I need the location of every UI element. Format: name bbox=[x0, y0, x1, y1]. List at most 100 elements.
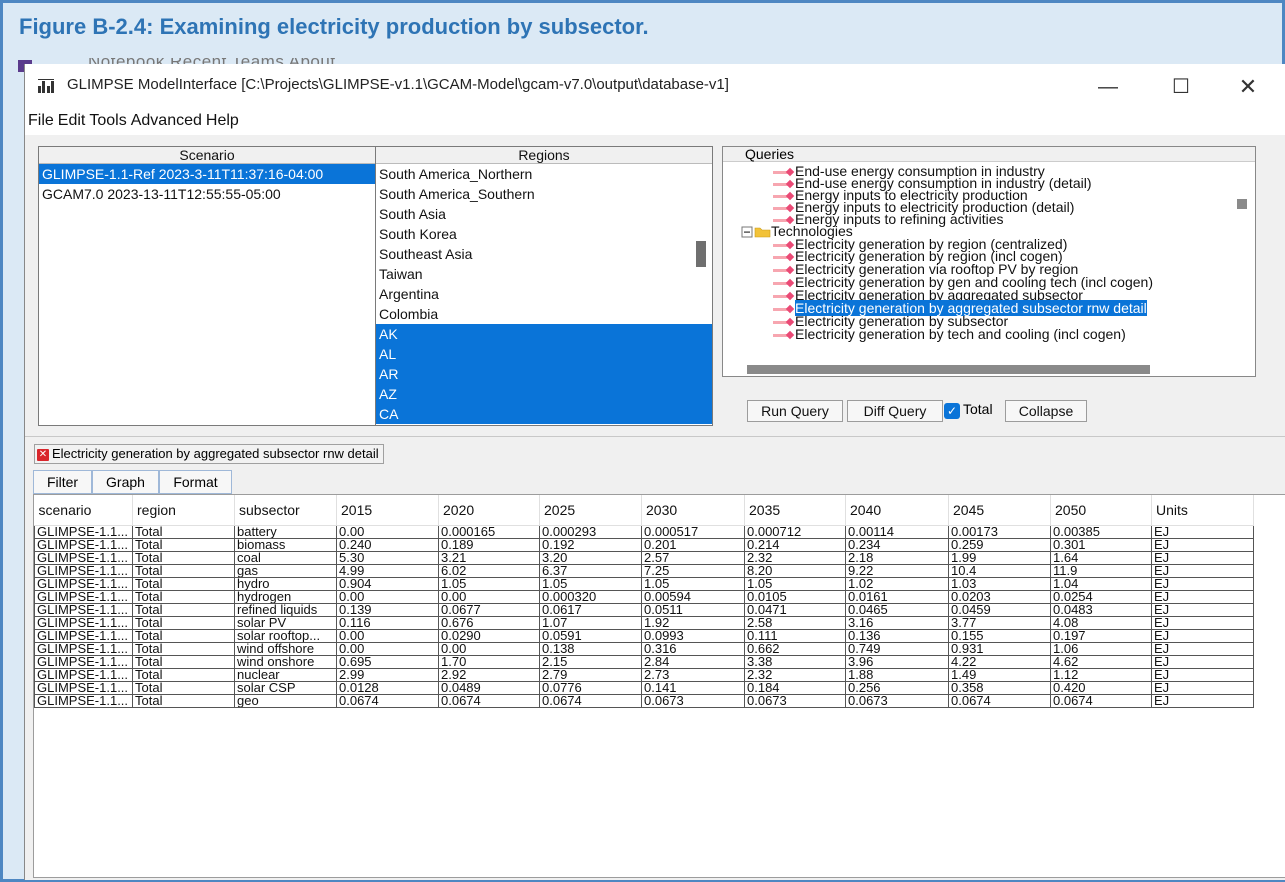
region-item[interactable]: AK bbox=[376, 324, 712, 344]
table-cell: 0.0673 bbox=[744, 693, 846, 708]
table-cell: 1.04 bbox=[1050, 576, 1152, 591]
column-header[interactable]: subsector bbox=[234, 495, 337, 526]
total-checkbox[interactable]: ✓ bbox=[944, 403, 960, 419]
queries-hscroll-thumb[interactable] bbox=[747, 365, 1150, 374]
table-cell: 0.000320 bbox=[539, 589, 642, 604]
title-bar[interactable]: GLIMPSE ModelInterface [C:\Projects\GLIM… bbox=[25, 64, 1285, 109]
table-cell: 3.38 bbox=[744, 654, 846, 669]
regions-scrollbar-thumb[interactable] bbox=[696, 241, 706, 267]
table-cell: 0.00 bbox=[336, 641, 439, 656]
format-tab[interactable]: Format bbox=[159, 470, 232, 494]
close-button[interactable]: ✕ bbox=[1228, 72, 1268, 102]
region-item[interactable]: Colombia bbox=[376, 304, 712, 324]
table-row[interactable]: GLIMPSE-1.1... Total hydro 0.904 1.05 1.05 1.0… bbox=[34, 576, 1254, 591]
table-cell: 0.259 bbox=[948, 537, 1051, 552]
table-cell: 0.0674 bbox=[539, 693, 642, 708]
table-cell: GLIMPSE-1.1... bbox=[34, 641, 133, 656]
menu-edit[interactable]: Edit bbox=[55, 109, 86, 130]
table-cell: 4.62 bbox=[1050, 654, 1152, 669]
app-icon bbox=[38, 79, 54, 93]
table-cell: coal bbox=[234, 550, 337, 565]
pane-divider[interactable] bbox=[25, 436, 1285, 437]
minimize-button[interactable]: — bbox=[1088, 72, 1128, 102]
column-header[interactable]: 2015 bbox=[336, 495, 439, 526]
menu-advanced[interactable]: Advanced bbox=[128, 109, 202, 130]
column-header[interactable]: scenario bbox=[34, 495, 133, 526]
region-item[interactable]: Argentina bbox=[376, 284, 712, 304]
table-cell: Total bbox=[132, 615, 235, 630]
region-item[interactable]: AZ bbox=[376, 384, 712, 404]
table-cell: 1.49 bbox=[948, 667, 1051, 682]
column-header[interactable]: Units bbox=[1151, 495, 1254, 526]
table-cell: 0.138 bbox=[539, 641, 642, 656]
table-row[interactable]: GLIMPSE-1.1... Total wind offshore 0.00 0.00… bbox=[34, 641, 1254, 656]
table-row[interactable]: GLIMPSE-1.1... Total geo 0.0674 0.0674 0.0674… bbox=[34, 693, 1254, 708]
column-header[interactable]: 2020 bbox=[438, 495, 540, 526]
table-row[interactable]: GLIMPSE-1.1... Total nuclear 2.99 2.92 2.79 2.… bbox=[34, 667, 1254, 682]
table-cell: 0.0674 bbox=[1050, 693, 1152, 708]
table-row[interactable]: GLIMPSE-1.1... Total refined liquids 0.139 0… bbox=[34, 602, 1254, 617]
table-row[interactable]: GLIMPSE-1.1... Total gas 4.99 6.02 6.37 7.25 8.… bbox=[34, 563, 1254, 578]
region-item[interactable]: AL bbox=[376, 344, 712, 364]
menu-help[interactable]: Help bbox=[203, 109, 239, 130]
table-row[interactable]: GLIMPSE-1.1... Total wind onshore 0.695 1.70… bbox=[34, 654, 1254, 669]
table-cell: 4.99 bbox=[336, 563, 439, 578]
column-header[interactable]: region bbox=[132, 495, 235, 526]
column-header[interactable]: 2035 bbox=[744, 495, 846, 526]
region-item[interactable]: AR bbox=[376, 364, 712, 384]
column-header[interactable]: 2040 bbox=[845, 495, 949, 526]
region-item[interactable]: Southeast Asia bbox=[376, 244, 712, 264]
table-row[interactable]: GLIMPSE-1.1... Total solar rooftop... 0.00 0… bbox=[34, 628, 1254, 643]
table-cell: 0.184 bbox=[744, 680, 846, 695]
table-cell: 0.136 bbox=[845, 628, 949, 643]
maximize-button[interactable]: ☐ bbox=[1161, 72, 1201, 102]
column-header[interactable]: 2045 bbox=[948, 495, 1051, 526]
table-cell: 0.116 bbox=[336, 615, 439, 630]
menu-tools[interactable]: Tools bbox=[86, 109, 126, 130]
table-row[interactable]: GLIMPSE-1.1... Total coal 5.30 3.21 3.20 2.57 2… bbox=[34, 550, 1254, 565]
table-cell: solar CSP bbox=[234, 680, 337, 695]
region-item[interactable]: South America_Southern bbox=[376, 184, 712, 204]
result-tab[interactable]: ✕ Electricity generation by aggregated su… bbox=[34, 444, 384, 464]
graph-tab[interactable]: Graph bbox=[92, 470, 159, 494]
region-item[interactable]: South America_Northern bbox=[376, 164, 712, 184]
menu-file[interactable]: File bbox=[25, 109, 54, 130]
table-cell: 0.00385 bbox=[1050, 524, 1152, 539]
table-row[interactable]: GLIMPSE-1.1... Total solar CSP 0.0128 0.0489… bbox=[34, 680, 1254, 695]
table-cell: Total bbox=[132, 641, 235, 656]
table-cell: 0.00114 bbox=[845, 524, 949, 539]
collapse-button[interactable]: Collapse bbox=[1005, 400, 1087, 422]
table-row[interactable]: GLIMPSE-1.1... Total solar PV 0.116 0.676 1.0… bbox=[34, 615, 1254, 630]
filter-tab[interactable]: Filter bbox=[33, 470, 92, 494]
table-row[interactable]: GLIMPSE-1.1... Total hydrogen 0.00 0.00 0.000… bbox=[34, 589, 1254, 604]
regions-panel: Regions South America_Northern South Ame… bbox=[375, 146, 713, 426]
table-cell: 1.88 bbox=[845, 667, 949, 682]
table-cell: GLIMPSE-1.1... bbox=[34, 667, 133, 682]
column-header[interactable]: 2050 bbox=[1050, 495, 1152, 526]
scenario-item[interactable]: GLIMPSE-1.1-Ref 2023-3-11T11:37:16-04:00 bbox=[39, 164, 375, 184]
region-item[interactable]: CA bbox=[376, 404, 712, 424]
table-row[interactable]: GLIMPSE-1.1... Total battery 0.00 0.000165 0.… bbox=[34, 524, 1254, 539]
table-cell: 0.00 bbox=[336, 589, 439, 604]
table-cell: EJ bbox=[1151, 576, 1254, 591]
run-query-button[interactable]: Run Query bbox=[747, 400, 843, 422]
table-cell: 0.234 bbox=[845, 537, 949, 552]
query-tree-item[interactable]: Electricity generation by tech and cooli… bbox=[771, 327, 1126, 341]
scenario-item[interactable]: GCAM7.0 2023-13-11T12:55:55-05:00 bbox=[39, 184, 375, 204]
table-cell: wind offshore bbox=[234, 641, 337, 656]
region-item[interactable]: South Korea bbox=[376, 224, 712, 244]
table-cell: refined liquids bbox=[234, 602, 337, 617]
column-header[interactable]: 2025 bbox=[539, 495, 642, 526]
queries-vscroll-thumb[interactable] bbox=[1237, 199, 1247, 209]
region-item[interactable]: Taiwan bbox=[376, 264, 712, 284]
table-row[interactable]: GLIMPSE-1.1... Total biomass 0.240 0.189 0.19… bbox=[34, 537, 1254, 552]
table-cell: EJ bbox=[1151, 693, 1254, 708]
table-cell: GLIMPSE-1.1... bbox=[34, 628, 133, 643]
column-header[interactable]: 2030 bbox=[641, 495, 745, 526]
diff-query-button[interactable]: Diff Query bbox=[847, 400, 943, 422]
table-cell: 2.79 bbox=[539, 667, 642, 682]
table-cell: 0.0674 bbox=[336, 693, 439, 708]
table-cell: 2.18 bbox=[845, 550, 949, 565]
close-tab-icon[interactable]: ✕ bbox=[37, 448, 49, 461]
region-item[interactable]: South Asia bbox=[376, 204, 712, 224]
